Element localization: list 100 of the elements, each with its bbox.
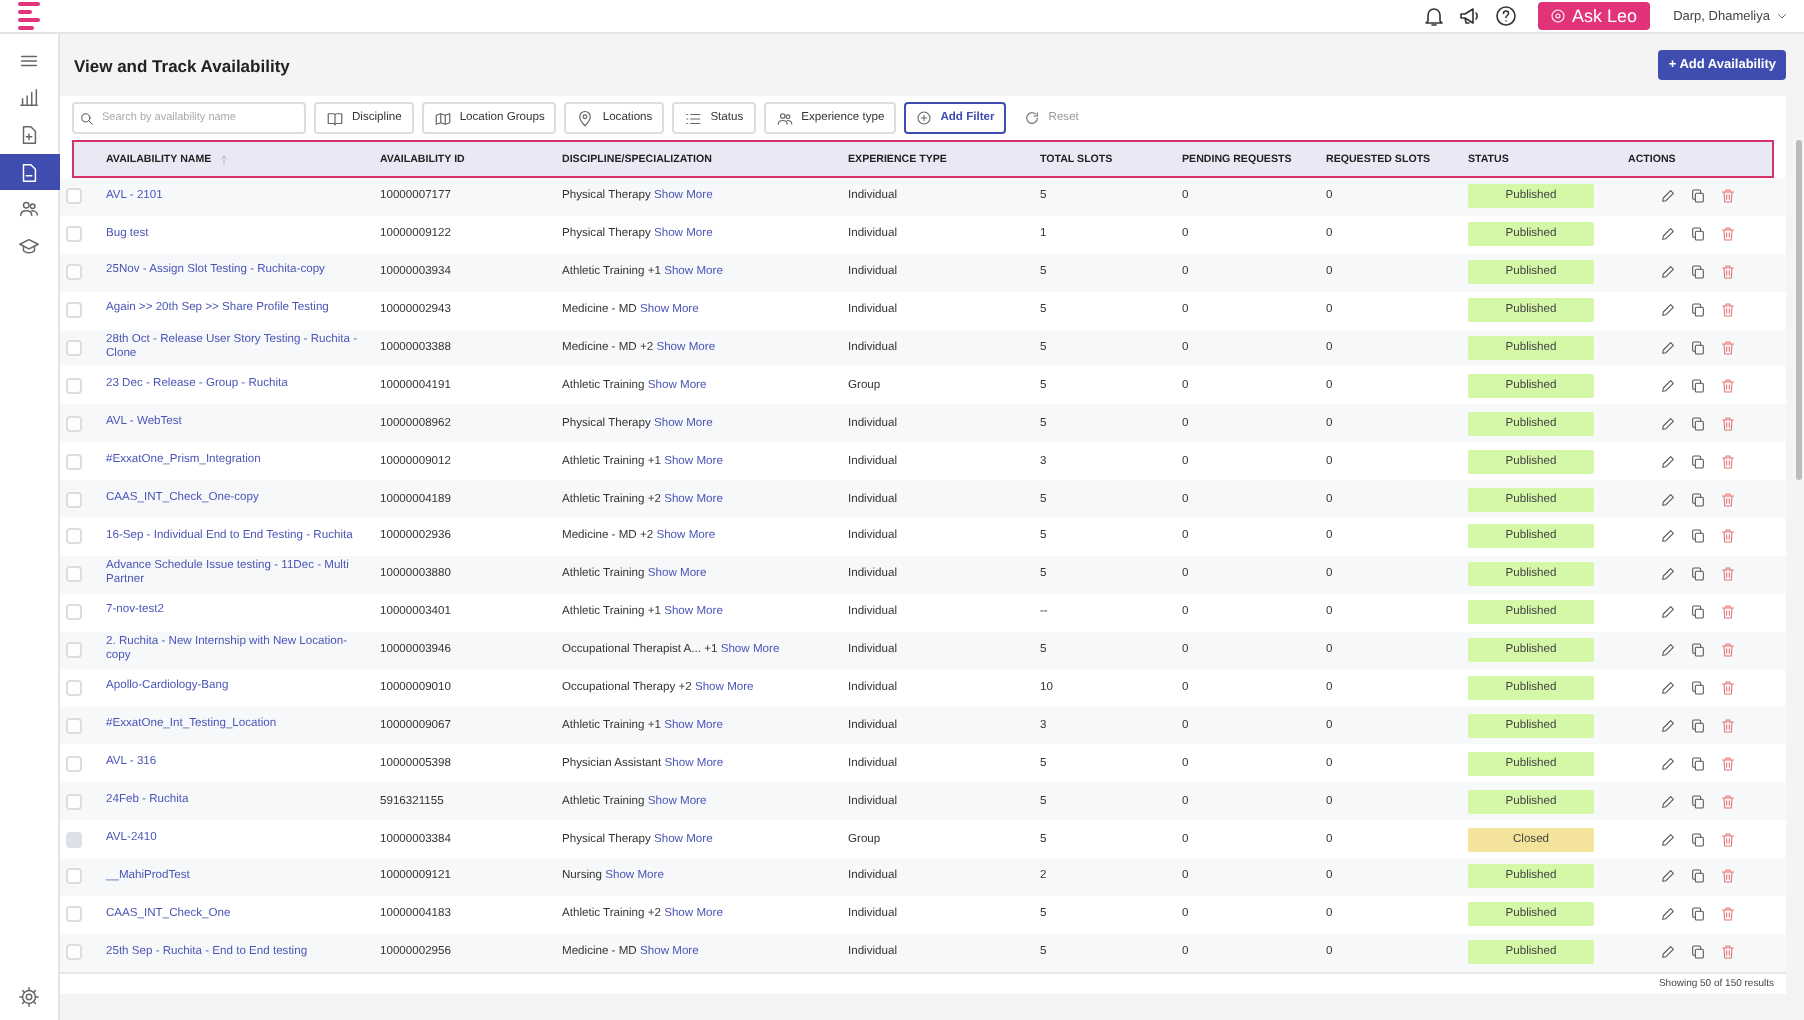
trash-icon[interactable] <box>1720 377 1736 394</box>
copy-icon[interactable] <box>1690 906 1706 923</box>
row-checkbox[interactable] <box>66 906 82 923</box>
pencil-icon[interactable] <box>1660 528 1676 545</box>
trash-icon[interactable] <box>1720 717 1736 734</box>
row-checkbox[interactable] <box>66 642 82 659</box>
trash-icon[interactable] <box>1720 868 1736 885</box>
pencil-icon[interactable] <box>1660 264 1676 281</box>
copy-icon[interactable] <box>1690 264 1706 281</box>
pencil-icon[interactable] <box>1660 831 1676 848</box>
pencil-icon[interactable] <box>1660 340 1676 356</box>
megaphone-icon[interactable] <box>1458 4 1483 28</box>
trash-icon[interactable] <box>1720 755 1736 772</box>
copy-icon[interactable] <box>1690 377 1706 394</box>
plus-circle-icon <box>916 110 933 126</box>
copy-icon[interactable] <box>1690 717 1706 734</box>
row-checkbox[interactable] <box>66 188 82 205</box>
pencil-icon[interactable] <box>1660 302 1676 319</box>
pencil-icon[interactable] <box>1660 868 1676 885</box>
help-icon[interactable] <box>1494 4 1519 28</box>
location-pin-icon <box>576 109 595 127</box>
row-checkbox[interactable] <box>66 340 82 356</box>
trash-icon[interactable] <box>1720 566 1736 583</box>
copy-icon[interactable] <box>1690 793 1706 810</box>
copy-icon[interactable] <box>1690 680 1706 697</box>
copy-icon[interactable] <box>1690 642 1706 659</box>
trash-icon[interactable] <box>1720 226 1736 243</box>
scrollbar[interactable] <box>1796 140 1802 480</box>
pencil-icon[interactable] <box>1660 755 1676 772</box>
refresh-icon <box>1024 110 1041 126</box>
copy-icon[interactable] <box>1690 491 1706 508</box>
row-checkbox[interactable] <box>66 264 82 281</box>
row-checkbox[interactable] <box>66 453 82 470</box>
pencil-icon[interactable] <box>1660 717 1676 734</box>
copy-icon[interactable] <box>1690 868 1706 885</box>
row-checkbox[interactable] <box>66 302 82 319</box>
trash-icon[interactable] <box>1720 680 1736 697</box>
pencil-icon[interactable] <box>1660 793 1676 810</box>
pencil-icon[interactable] <box>1660 906 1676 923</box>
copy-icon[interactable] <box>1690 226 1706 243</box>
trash-icon[interactable] <box>1720 188 1736 205</box>
copy-icon[interactable] <box>1690 831 1706 848</box>
pencil-icon[interactable] <box>1660 415 1676 432</box>
pencil-icon[interactable] <box>1660 642 1676 659</box>
copy-icon[interactable] <box>1690 528 1706 545</box>
trash-icon[interactable] <box>1720 415 1736 432</box>
trash-icon[interactable] <box>1720 302 1736 319</box>
chevron-down-icon[interactable] <box>1776 10 1788 22</box>
trash-icon[interactable] <box>1720 944 1736 961</box>
row-checkbox[interactable] <box>66 415 82 432</box>
trash-icon[interactable] <box>1720 264 1736 281</box>
pencil-icon[interactable] <box>1660 453 1676 470</box>
sidebar-item[interactable] <box>0 153 59 191</box>
list-icon <box>684 109 703 127</box>
row-checkbox[interactable] <box>66 868 82 885</box>
people-icon <box>775 109 794 127</box>
trash-icon[interactable] <box>1720 793 1736 810</box>
logo-icon <box>18 1 40 31</box>
row-checkbox[interactable] <box>66 793 82 810</box>
copy-icon[interactable] <box>1690 453 1706 470</box>
trash-icon[interactable] <box>1720 453 1736 470</box>
copy-icon[interactable] <box>1690 604 1706 621</box>
pencil-icon[interactable] <box>1660 944 1676 961</box>
row-checkbox[interactable] <box>66 604 82 621</box>
pencil-icon[interactable] <box>1660 491 1676 508</box>
graduation-cap-icon <box>18 235 40 258</box>
trash-icon[interactable] <box>1720 906 1736 923</box>
trash-icon[interactable] <box>1720 604 1736 621</box>
row-checkbox[interactable] <box>66 755 82 772</box>
bell-icon[interactable] <box>1422 4 1447 28</box>
copy-icon[interactable] <box>1690 415 1706 432</box>
row-checkbox[interactable] <box>66 491 82 508</box>
pencil-icon[interactable] <box>1660 566 1676 583</box>
row-checkbox[interactable] <box>66 717 82 734</box>
row-checkbox[interactable] <box>66 377 82 394</box>
copy-icon[interactable] <box>1690 340 1706 356</box>
copy-icon[interactable] <box>1690 188 1706 205</box>
row-checkbox[interactable] <box>66 566 82 583</box>
trash-icon[interactable] <box>1720 491 1736 508</box>
copy-icon[interactable] <box>1690 755 1706 772</box>
document-plus-icon <box>18 123 40 146</box>
copy-icon[interactable] <box>1690 944 1706 961</box>
pencil-icon[interactable] <box>1660 604 1676 621</box>
row-checkbox[interactable] <box>66 680 82 697</box>
trash-icon[interactable] <box>1720 340 1736 356</box>
pencil-icon[interactable] <box>1660 680 1676 697</box>
row-checkbox[interactable] <box>66 944 82 961</box>
ask-leo-button[interactable]: Ask Leo <box>1538 2 1650 30</box>
pencil-icon[interactable] <box>1660 188 1676 205</box>
copy-icon[interactable] <box>1690 566 1706 583</box>
trash-icon[interactable] <box>1720 528 1736 545</box>
pencil-icon[interactable] <box>1660 226 1676 243</box>
row-checkbox[interactable] <box>66 226 82 243</box>
bar-chart-icon <box>18 86 40 109</box>
trash-icon[interactable] <box>1720 831 1736 848</box>
sparkle-icon <box>1550 8 1567 24</box>
row-checkbox[interactable] <box>66 528 82 545</box>
copy-icon[interactable] <box>1690 302 1706 319</box>
trash-icon[interactable] <box>1720 642 1736 659</box>
pencil-icon[interactable] <box>1660 377 1676 394</box>
